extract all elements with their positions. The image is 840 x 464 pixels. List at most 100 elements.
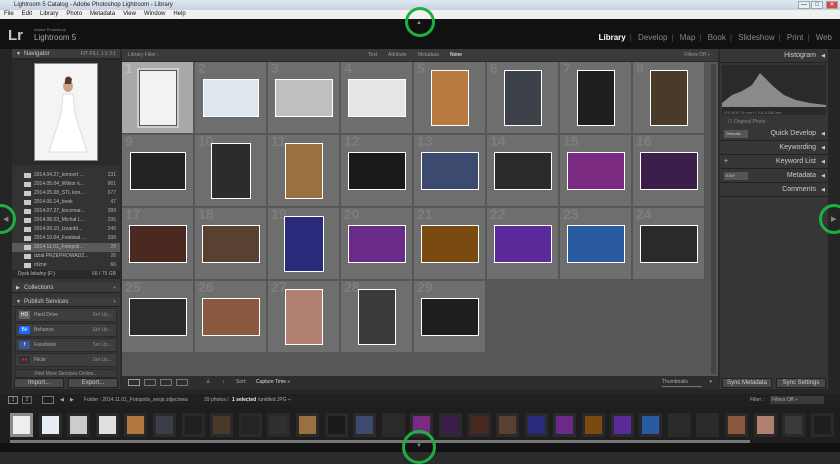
- menu-library[interactable]: Library: [36, 10, 62, 19]
- histogram-chart[interactable]: ISO 800 70 mm f / 2,8 1/160 sec: [722, 65, 826, 115]
- filmstrip-thumb[interactable]: [296, 413, 319, 437]
- filmstrip-thumb-selected[interactable]: [10, 413, 33, 437]
- compare-view-icon[interactable]: [160, 379, 172, 386]
- publish-facebook[interactable]: f Facebook Set Up...: [15, 338, 117, 352]
- module-map[interactable]: Map: [680, 33, 696, 42]
- setup-link[interactable]: Set Up...: [93, 339, 112, 351]
- close-button[interactable]: ✕: [826, 1, 838, 9]
- add-icon[interactable]: +: [113, 297, 116, 307]
- module-library[interactable]: Library: [599, 33, 626, 42]
- grid-cell[interactable]: 21: [414, 208, 486, 280]
- folder-row[interactable]: 2014.04.27_koncert ... 231: [12, 171, 120, 180]
- grid-cell[interactable]: 25: [122, 281, 194, 353]
- add-icon[interactable]: +: [113, 283, 116, 293]
- filmstrip-source-path[interactable]: Folder : 2014.11.01_Fotopolis_sesja zdję…: [84, 394, 188, 406]
- primary-window-button[interactable]: 1: [8, 396, 18, 404]
- navigator-preview[interactable]: [12, 59, 120, 165]
- folder-row[interactable]: 2014.07.27_koczmar... 389: [12, 207, 120, 216]
- grid-cell-selected[interactable]: 1: [122, 62, 194, 134]
- menu-file[interactable]: File: [0, 10, 18, 19]
- filter-preset-dropdown[interactable]: Filters Off ÷: [684, 49, 710, 61]
- grid-scrollbar[interactable]: [711, 64, 716, 374]
- selected-filename[interactable]: /untitled.JPG ÷: [258, 394, 291, 406]
- grid-cell[interactable]: 2: [195, 62, 267, 134]
- forward-arrow-icon[interactable]: ▶: [70, 394, 74, 406]
- metadata-preset-dropdown[interactable]: EXIF: [724, 172, 748, 180]
- sync-settings-button[interactable]: Sync Settings: [776, 378, 826, 388]
- grid-cell[interactable]: 27: [268, 281, 340, 353]
- grid-cell[interactable]: 26: [195, 281, 267, 353]
- grid-cell[interactable]: 29: [414, 281, 486, 353]
- filmstrip-filter-dropdown[interactable]: Filters Off ÷: [770, 396, 824, 404]
- menu-help[interactable]: Help: [169, 10, 189, 19]
- grid-cell[interactable]: 19: [268, 208, 340, 280]
- folder-row[interactable]: dział PRZEPROWADZ... 26: [12, 252, 120, 261]
- histogram-header[interactable]: Histogram ◀: [720, 49, 828, 63]
- comments-header[interactable]: Comments ◀: [720, 183, 828, 197]
- grid-cell[interactable]: 14: [487, 135, 559, 207]
- filmstrip-thumb[interactable]: [324, 413, 348, 437]
- painter-icon[interactable]: ♙: [206, 376, 210, 389]
- filmstrip-thumb[interactable]: [67, 413, 91, 437]
- grid-cell[interactable]: 8: [633, 62, 705, 134]
- filmstrip-thumb[interactable]: [124, 413, 148, 437]
- menu-metadata[interactable]: Metadata: [86, 10, 119, 19]
- filmstrip-thumb[interactable]: [439, 413, 462, 437]
- filmstrip-thumb[interactable]: [639, 413, 663, 437]
- folder-row[interactable]: 2014.05.08_STL kon... 677: [12, 189, 120, 198]
- setup-link[interactable]: Set Up...: [93, 354, 112, 366]
- filmstrip-thumb[interactable]: [725, 413, 748, 437]
- filmstrip-thumb[interactable]: [95, 413, 119, 437]
- grid-cell[interactable]: 17: [122, 208, 194, 280]
- grid-view-icon[interactable]: [42, 396, 54, 404]
- filmstrip-thumb[interactable]: [667, 413, 691, 437]
- grid-cell[interactable]: 5: [414, 62, 486, 134]
- minimize-button[interactable]: —: [798, 1, 810, 9]
- filmstrip-thumb[interactable]: [153, 413, 176, 437]
- grid-cell[interactable]: 3: [268, 62, 340, 134]
- grid-cell[interactable]: 28: [341, 281, 413, 353]
- grid-cell[interactable]: 13: [414, 135, 486, 207]
- filmstrip-thumb[interactable]: [353, 413, 377, 437]
- original-photo-checkbox[interactable]: ☐ Original Photo: [720, 117, 828, 127]
- filmstrip-thumb[interactable]: [810, 413, 834, 437]
- navigator-header[interactable]: ▼ Navigator FIT FILL 1:1 3:1: [12, 49, 120, 59]
- add-icon[interactable]: +: [724, 155, 728, 169]
- maximize-button[interactable]: □: [811, 1, 823, 9]
- grid-cell[interactable]: 7: [560, 62, 632, 134]
- module-book[interactable]: Book: [708, 33, 726, 42]
- toolbar-menu-icon[interactable]: ▾: [709, 376, 712, 389]
- grid-cell[interactable]: 15: [560, 135, 632, 207]
- find-more-services-link[interactable]: Find More Services Online...: [15, 369, 117, 378]
- publish-flickr[interactable]: ●● Flickr Set Up...: [15, 353, 117, 367]
- collections-header[interactable]: ▶ Collections +: [12, 283, 120, 293]
- folder-row[interactable]: 2014.06.14_book 47: [12, 198, 120, 207]
- grid-cell[interactable]: 6: [487, 62, 559, 134]
- filmstrip-thumb[interactable]: [753, 413, 777, 437]
- grid-view-icon[interactable]: [128, 379, 140, 386]
- module-develop[interactable]: Develop: [638, 33, 667, 42]
- filmstrip-thumb[interactable]: [267, 413, 291, 437]
- filmstrip-thumb[interactable]: [696, 413, 720, 437]
- menu-window[interactable]: Window: [140, 10, 169, 19]
- menu-photo[interactable]: Photo: [62, 10, 86, 19]
- loupe-view-icon[interactable]: [144, 379, 156, 386]
- keyword-list-header[interactable]: + Keyword List ◀: [720, 155, 828, 169]
- sort-dropdown[interactable]: Capture Time ÷: [256, 376, 290, 389]
- setup-link[interactable]: Set Up...: [93, 324, 112, 336]
- folder-row[interactable]: 2014.09.19_Izzardd... 246: [12, 225, 120, 234]
- sync-metadata-button[interactable]: Sync Metadata: [722, 378, 772, 388]
- grid-cell[interactable]: 9: [122, 135, 194, 207]
- filter-text-tab[interactable]: Text: [368, 49, 377, 61]
- filmstrip-thumb[interactable]: [582, 413, 605, 437]
- thumbnail-size-slider[interactable]: [662, 386, 702, 387]
- filmstrip-thumb[interactable]: [181, 413, 205, 437]
- folder-row[interactable]: 2014.08.03_Michał L... 295: [12, 216, 120, 225]
- grid-cell[interactable]: 23: [560, 208, 632, 280]
- publish-hard-drive[interactable]: HD Hard Drive Set Up...: [15, 308, 117, 322]
- grid-cell[interactable]: 10: [195, 135, 267, 207]
- grid-cell[interactable]: 4: [341, 62, 413, 134]
- filter-none-tab[interactable]: None: [450, 49, 462, 61]
- filmstrip-thumb[interactable]: [238, 413, 262, 437]
- volume-row[interactable]: Dysk lokalny (F:) 66 / 75 GB: [12, 270, 120, 279]
